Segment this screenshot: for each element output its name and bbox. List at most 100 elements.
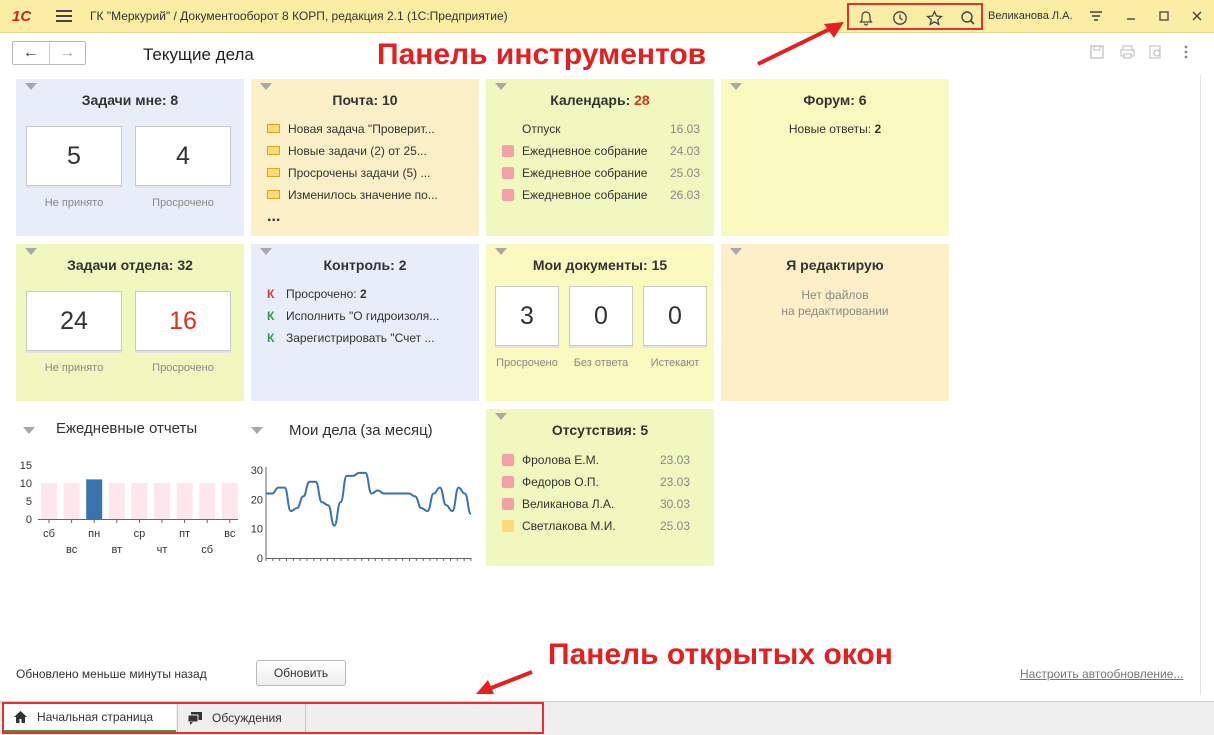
- title-bar: 1С ГК "Меркурий" / Документооборот 8 КОР…: [0, 0, 1214, 33]
- collapse-toggle[interactable]: [495, 413, 507, 420]
- collapse-toggle[interactable]: [260, 248, 272, 255]
- search-icon[interactable]: [959, 9, 977, 27]
- window-title: ГК "Меркурий" / Документооборот 8 КОРП, …: [90, 9, 508, 23]
- calendar-item[interactable]: Отпуск 16.03: [502, 122, 700, 136]
- scrollbar[interactable]: [1200, 75, 1201, 695]
- mail-item[interactable]: Просрочены задачи (5) ...: [267, 166, 430, 180]
- widget-editing: Я редактирую Нет файлов на редактировани…: [721, 244, 949, 401]
- absence-item[interactable]: Великанова Л.А. 30.03: [502, 497, 690, 511]
- card-not-accepted[interactable]: 5: [26, 126, 122, 186]
- daily-reports-chart: 051015сбвспнвтсрчтптсбвс: [20, 460, 238, 556]
- bar: [199, 483, 216, 519]
- bar: [131, 483, 148, 519]
- absence-item[interactable]: Федоров О.П. 23.03: [502, 475, 690, 489]
- collapse-toggle[interactable]: [495, 248, 507, 255]
- absence-item[interactable]: Светлакова М.И. 25.03: [502, 519, 690, 533]
- forward-button[interactable]: →: [48, 42, 86, 64]
- control-item[interactable]: К Исполнить "О гидроизоля...: [267, 309, 439, 323]
- envelope-icon: [267, 146, 280, 155]
- collapse-toggle[interactable]: [730, 248, 742, 255]
- card-expiring[interactable]: 0: [643, 286, 707, 346]
- bell-icon[interactable]: [857, 9, 875, 27]
- control-mark-icon: К: [267, 287, 275, 301]
- bar: [63, 483, 80, 519]
- history-icon[interactable]: [891, 9, 909, 27]
- card-label: Не принято: [44, 362, 104, 374]
- card-label: Просрочено: [496, 357, 558, 369]
- main-menu-button[interactable]: [56, 10, 72, 22]
- x-tick-label: чт: [157, 544, 168, 556]
- y-tick-label: 10: [251, 524, 263, 536]
- widget-my-affairs: Мои дела (за месяц) 0 10 20 30: [251, 409, 479, 569]
- calendar-item[interactable]: Ежедневное собрание 26.03: [502, 188, 700, 202]
- more-mail-link[interactable]: ...: [267, 208, 280, 226]
- maximize-icon[interactable]: [1153, 6, 1175, 26]
- x-tick-label: ср: [134, 528, 146, 540]
- refresh-button[interactable]: Обновить: [256, 660, 346, 686]
- widget-title: Я редактирую: [786, 257, 884, 273]
- y-tick-label: 0: [257, 553, 263, 565]
- card-label: Просрочено: [152, 197, 214, 209]
- widget-title: Почта: 10: [332, 92, 398, 108]
- widget-title: Календарь: 28: [550, 92, 650, 108]
- back-button[interactable]: ←: [13, 42, 49, 64]
- widget-title: Задачи отдела: 32: [67, 257, 193, 273]
- y-tick-label: 0: [26, 514, 32, 526]
- card-label: Истекают: [650, 357, 700, 369]
- y-tick-label: 5: [26, 496, 32, 508]
- collapse-toggle[interactable]: [260, 83, 272, 90]
- mail-item[interactable]: Изменилось значение по...: [267, 188, 438, 202]
- close-icon[interactable]: [1186, 6, 1208, 26]
- widget-daily-reports: Ежедневные отчеты 0 5 10 15 сб вс пн вт ср чт пт сб…: [16, 409, 244, 569]
- series-line: [266, 471, 472, 527]
- widget-my-documents: Мои документы: 15 3 0 0 Просрочено Без о…: [486, 244, 714, 401]
- current-user[interactable]: Великанова Л.А.: [988, 10, 1073, 22]
- control-mark-icon: К: [267, 309, 275, 323]
- control-item[interactable]: К Просрочено: 2: [267, 287, 367, 301]
- card-not-accepted[interactable]: 24: [26, 291, 122, 351]
- widget-absences: Отсутствия: 5 Фролова Е.М. 23.03 Федоров …: [486, 409, 714, 566]
- widget-title: Контроль: 2: [323, 257, 407, 273]
- collapse-toggle[interactable]: [23, 427, 35, 434]
- card-overdue[interactable]: 3: [495, 286, 559, 346]
- card-overdue[interactable]: 4: [135, 126, 231, 186]
- card-overdue[interactable]: 16: [135, 291, 231, 351]
- x-tick-label: вт: [111, 544, 122, 556]
- update-status: Обновлено меньше минуты назад: [16, 667, 207, 681]
- more-actions-icon[interactable]: [1178, 44, 1194, 60]
- collapse-toggle[interactable]: [251, 427, 263, 434]
- x-tick-label: вс: [224, 528, 236, 540]
- widget-title: Задачи мне: 8: [81, 92, 179, 108]
- absence-item[interactable]: Фролова Е.М. 23.03: [502, 453, 690, 467]
- minimize-icon[interactable]: [1120, 6, 1142, 26]
- card-label: Без ответа: [573, 357, 629, 369]
- auto-update-link[interactable]: Настроить автообновление...: [1020, 667, 1183, 681]
- x-tick-label: сб: [43, 528, 55, 540]
- print-icon[interactable]: [1119, 44, 1135, 60]
- widget-title: Мои документы: 15: [532, 257, 668, 273]
- card-no-answer[interactable]: 0: [569, 286, 633, 346]
- forum-new-replies[interactable]: Новые ответы: 2: [721, 122, 949, 136]
- calendar-item[interactable]: Ежедневное собрание 25.03: [502, 166, 700, 180]
- collapse-toggle[interactable]: [25, 248, 37, 255]
- control-mark-icon: К: [267, 331, 275, 345]
- mail-item[interactable]: Новые задачи (2) от 25...: [267, 144, 427, 158]
- card-label: Не принято: [44, 197, 104, 209]
- star-icon[interactable]: [925, 9, 943, 27]
- collapse-toggle[interactable]: [495, 83, 507, 90]
- mail-item[interactable]: Новая задача "Проверит...: [267, 122, 435, 136]
- annotation-toolbar: Панель инструментов: [377, 38, 707, 71]
- collapse-toggle[interactable]: [25, 83, 37, 90]
- collapse-toggle[interactable]: [730, 83, 742, 90]
- control-item[interactable]: К Зарегистрировать "Счет ...: [267, 331, 434, 345]
- save-icon[interactable]: [1089, 44, 1105, 60]
- envelope-icon: [267, 190, 280, 199]
- my-affairs-chart: 0 10 20 30: [251, 465, 472, 565]
- calendar-item[interactable]: Ежедневное собрание 24.03: [502, 144, 700, 158]
- toolbar-panel: [847, 3, 983, 30]
- card-label: Просрочено: [152, 362, 214, 374]
- preview-icon[interactable]: [1148, 44, 1164, 60]
- y-tick-label: 10: [20, 478, 32, 490]
- widget-forum: Форум: 6 Новые ответы: 2: [721, 79, 949, 236]
- settings-menu-icon[interactable]: [1085, 6, 1107, 26]
